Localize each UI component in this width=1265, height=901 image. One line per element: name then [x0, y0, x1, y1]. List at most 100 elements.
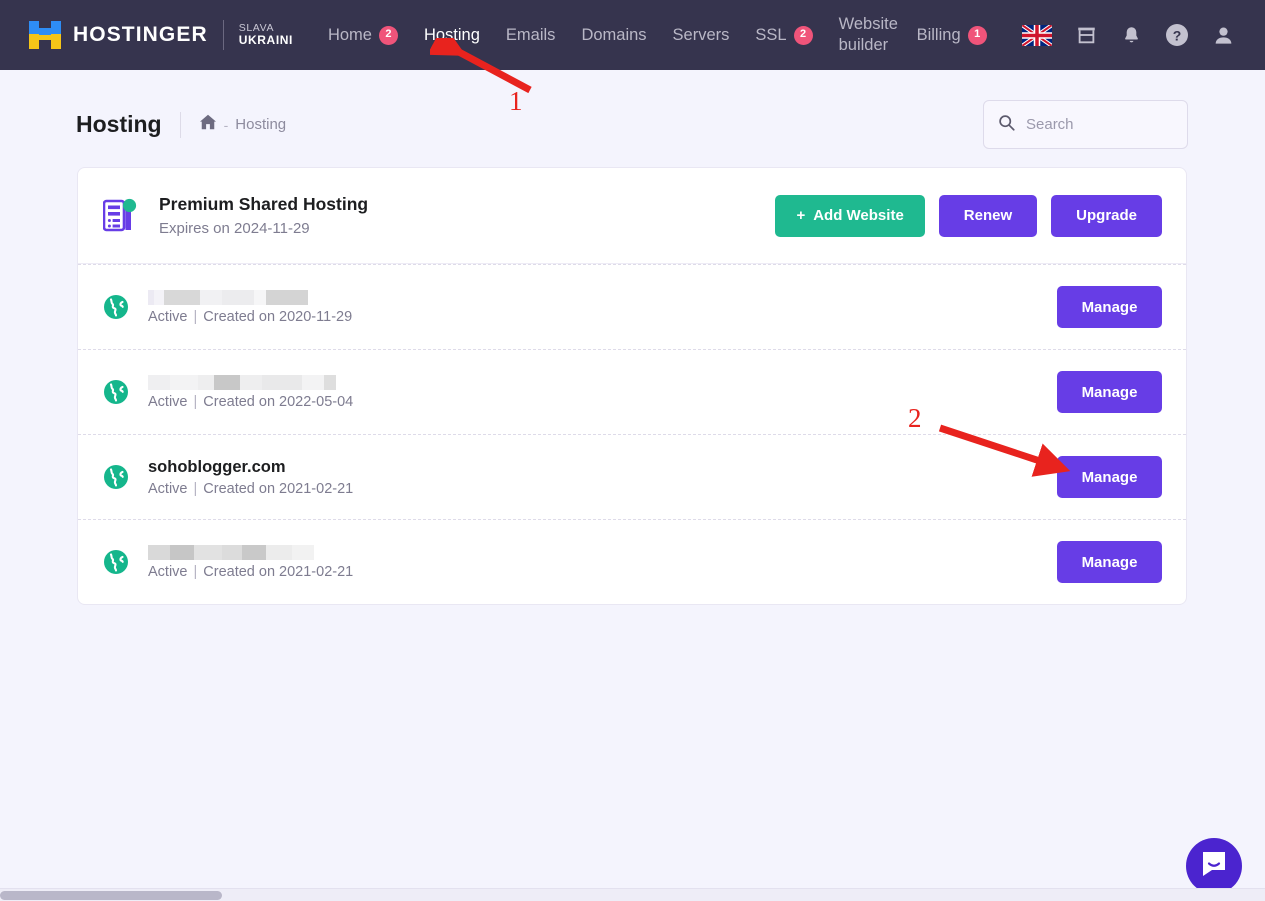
renew-button[interactable]: Renew [938, 194, 1038, 237]
nav-badge-billing: 1 [967, 25, 987, 45]
nav-item-home[interactable]: Home 2 [315, 0, 411, 70]
meta-separator: | [193, 563, 198, 580]
globe-icon [103, 549, 129, 575]
svg-text:?: ? [1173, 28, 1182, 44]
nav-badge-home: 2 [378, 25, 398, 45]
manage-button-row-1[interactable]: Manage [1057, 371, 1162, 413]
breadcrumb-separator: - [223, 116, 229, 133]
nav-item-billing[interactable]: Billing 1 [904, 0, 1000, 70]
nav-item-servers[interactable]: Servers [660, 0, 743, 70]
nav-item-label: Home [327, 25, 372, 44]
meta-separator: | [193, 308, 198, 325]
slava-line-2: UKRAINI [238, 33, 293, 48]
table-row[interactable]: Active | Created on 2020-11-29 Manage [78, 264, 1186, 349]
nav-item-website-builder[interactable]: Website builder [826, 0, 904, 70]
table-row[interactable]: sohoblogger.com Active | Created on 2021… [78, 434, 1186, 519]
nav-item-label: Billing [916, 25, 961, 44]
brand-divider [222, 20, 224, 50]
chat-bubble-icon [1199, 849, 1229, 884]
add-website-button[interactable]: + Add Website [775, 194, 925, 237]
store-icon[interactable] [1075, 24, 1098, 46]
site-name [148, 374, 353, 390]
site-meta: Active | Created on 2020-11-29 [148, 309, 352, 325]
top-navigation-bar: HOSTINGER SLAVA UKRAINI Home 2 Hosting E… [0, 0, 1265, 70]
site-name: sohoblogger.com [148, 457, 286, 476]
nav-badge-ssl: 2 [793, 25, 813, 45]
main-nav: Home 2 Hosting Emails Domains Servers SS… [315, 0, 1000, 70]
user-icon[interactable] [1212, 24, 1235, 47]
header-divider [179, 111, 181, 138]
chat-widget-button[interactable] [1186, 838, 1242, 894]
site-status: Active [148, 480, 188, 497]
page-header: Hosting - Hosting [0, 100, 1265, 149]
plan-text: Premium Shared Hosting Expires on 2024-1… [159, 194, 368, 237]
site-meta: Active | Created on 2021-02-21 [148, 481, 353, 497]
site-status: Active [148, 308, 188, 325]
nav-item-label: Servers [672, 25, 730, 44]
site-status: Active [148, 393, 188, 410]
hosting-plan-card: Premium Shared Hosting Expires on 2024-1… [77, 167, 1187, 605]
scrollbar-thumb[interactable] [0, 891, 222, 900]
plan-name: Premium Shared Hosting [159, 194, 369, 214]
site-info: Active | Created on 2020-11-29 [148, 289, 352, 325]
row-action: Manage [1057, 371, 1162, 413]
manage-button-row-3[interactable]: Manage [1057, 541, 1162, 583]
nav-item-label: Domains [581, 25, 647, 44]
row-action: Manage [1057, 456, 1162, 498]
nav-item-label: Emails [505, 25, 556, 44]
plus-icon: + [796, 207, 806, 224]
brand-logo-group[interactable]: HOSTINGER [28, 20, 208, 50]
nav-item-hosting[interactable]: Hosting [411, 0, 493, 70]
meta-separator: | [193, 393, 198, 410]
nav-item-emails[interactable]: Emails [493, 0, 569, 70]
table-row[interactable]: Active | Created on 2021-02-21 Manage [78, 519, 1186, 604]
globe-icon [103, 379, 129, 405]
site-name [148, 289, 352, 305]
page-title: Hosting [76, 111, 162, 137]
search-input[interactable] [1026, 116, 1173, 133]
globe-icon [103, 464, 129, 490]
site-created: Created on 2021-02-21 [203, 563, 354, 580]
plan-expiry: Expires on 2024-11-29 [159, 220, 310, 237]
horizontal-scrollbar[interactable] [0, 888, 1265, 901]
site-created: Created on 2022-05-04 [203, 393, 354, 410]
help-circle-icon[interactable]: ? [1165, 23, 1189, 47]
slava-ukraini-label: SLAVA UKRAINI [239, 23, 293, 47]
breadcrumb: - Hosting [199, 114, 286, 135]
nav-item-domains[interactable]: Domains [568, 0, 659, 70]
nav-item-label: Website builder [838, 15, 898, 54]
globe-icon [103, 294, 129, 320]
manage-button-row-0[interactable]: Manage [1057, 286, 1162, 328]
site-info: Active | Created on 2021-02-21 [148, 544, 353, 580]
site-created: Created on 2021-02-21 [203, 480, 354, 497]
hostinger-logo-icon [28, 20, 62, 50]
nav-item-ssl[interactable]: SSL 2 [742, 0, 825, 70]
site-created: Created on 2020-11-29 [203, 308, 353, 325]
plan-actions: + Add Website Renew Upgrade [775, 194, 1162, 237]
search-box[interactable] [983, 100, 1188, 149]
meta-separator: | [193, 480, 198, 497]
plan-header: Premium Shared Hosting Expires on 2024-1… [78, 168, 1186, 264]
flag-uk-icon[interactable] [1022, 24, 1052, 46]
upgrade-button[interactable]: Upgrade [1051, 194, 1162, 237]
row-action: Manage [1057, 541, 1162, 583]
site-meta: Active | Created on 2021-02-21 [148, 564, 353, 580]
row-action: Manage [1057, 286, 1162, 328]
nav-item-label: Hosting [423, 25, 480, 44]
table-row[interactable]: Active | Created on 2022-05-04 Manage [78, 349, 1186, 434]
brand-name: HOSTINGER [73, 23, 208, 46]
bell-icon[interactable] [1121, 24, 1142, 47]
site-status: Active [148, 563, 188, 580]
site-name [148, 544, 353, 560]
search-icon [998, 114, 1015, 136]
site-info: Active | Created on 2022-05-04 [148, 374, 353, 410]
nav-item-label: SSL [755, 25, 787, 44]
breadcrumb-current[interactable]: Hosting [235, 116, 286, 133]
add-website-label: Add Website [813, 207, 904, 224]
site-meta: Active | Created on 2022-05-04 [148, 394, 353, 410]
manage-button-row-2[interactable]: Manage [1057, 456, 1162, 498]
home-icon[interactable] [199, 114, 217, 135]
site-info: sohoblogger.com Active | Created on 2021… [148, 458, 353, 497]
nav-icon-group: ? [1022, 23, 1235, 47]
server-icon [102, 198, 137, 234]
